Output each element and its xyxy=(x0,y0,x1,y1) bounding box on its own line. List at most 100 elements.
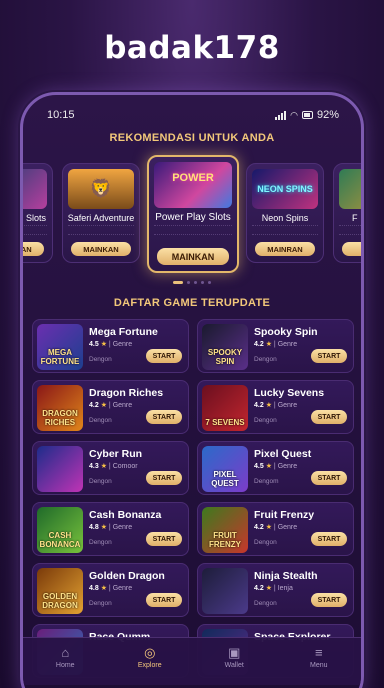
play-button[interactable]: MAINRAN xyxy=(255,242,315,256)
recommend-carousel[interactable]: N Slots MAINKAN 🦁 Saferi Adventure MAINK… xyxy=(23,155,361,275)
rating: 4.2 xyxy=(254,585,264,592)
developer: Dengon xyxy=(254,600,277,607)
game-meta: 4.2 ★ | Genre xyxy=(254,524,298,531)
thumb-label: PIXEL QUEST xyxy=(211,470,239,488)
game-meta: 4.5 ★ | Genre xyxy=(89,341,133,348)
start-button[interactable]: START xyxy=(311,593,347,607)
rating: 4.5 xyxy=(254,463,264,470)
genre: Ienja xyxy=(277,585,293,592)
recommend-card[interactable]: N Slots MAINKAN xyxy=(23,163,53,263)
developer: Dengon xyxy=(89,417,112,424)
star-icon: ★ xyxy=(100,341,107,348)
thumb-label: 7 SEVENS xyxy=(205,418,245,427)
rating: 4.2 xyxy=(254,341,264,348)
tab-menu[interactable]: ≡ Menu xyxy=(277,638,362,685)
recommend-desc xyxy=(68,225,134,235)
game-thumbnail: SPOOKY SPIN xyxy=(202,324,248,370)
lion-icon: 🦁 xyxy=(89,178,113,199)
start-button[interactable]: START xyxy=(311,349,347,363)
tab-label: Wallet xyxy=(224,662,244,669)
game-card[interactable]: FRUIT FRENZY Fruit Frenzy 4.2 ★ | Genre … xyxy=(197,502,354,556)
game-card[interactable]: Cyber Run 4.3 ★ | Comoor Dengon START xyxy=(32,441,189,495)
battery-icon xyxy=(301,111,313,119)
game-meta: 4.3 ★ | Comoor xyxy=(89,463,138,470)
game-thumbnail: MEGA FORTUNE xyxy=(37,324,83,370)
start-button[interactable]: START xyxy=(146,593,182,607)
rating: 4.5 xyxy=(89,341,99,348)
game-title: Cyber Run xyxy=(89,448,143,460)
star-icon: ★ xyxy=(265,341,272,348)
recommend-name: Power Play Slots xyxy=(155,212,231,223)
recommend-card[interactable]: NEON SPINS Neon Spins MAINRAN xyxy=(246,163,324,263)
tab-home[interactable]: ⌂ Home xyxy=(23,638,108,685)
game-title: Spooky Spin xyxy=(254,326,318,338)
start-button[interactable]: START xyxy=(146,532,182,546)
game-meta: 4.8 ★ | Genre xyxy=(89,585,133,592)
signal-icon xyxy=(275,110,287,120)
play-button[interactable]: MAINKAN xyxy=(71,242,131,256)
genre: Genre xyxy=(112,341,133,348)
page-dot[interactable] xyxy=(187,281,190,284)
star-icon: ★ xyxy=(265,463,272,470)
game-card[interactable]: CASH BONANCA Cash Bonanza 4.8 ★ | Genre … xyxy=(32,502,189,556)
page-dot-active[interactable] xyxy=(173,281,183,284)
tab-explore[interactable]: ◎ Explore xyxy=(108,638,193,685)
star-icon: ★ xyxy=(265,585,272,592)
thumb-label: N xyxy=(23,183,47,195)
play-button[interactable] xyxy=(342,242,361,256)
game-card[interactable]: PIXEL QUEST Pixel Quest 4.5 ★ | Genre De… xyxy=(197,441,354,495)
game-card[interactable]: DRAGON RICHES Dragon Riches 4.2 ★ | Genr… xyxy=(32,380,189,434)
start-button[interactable]: START xyxy=(311,471,347,485)
start-button[interactable]: START xyxy=(311,410,347,424)
game-thumbnail: POWER xyxy=(154,162,232,208)
thumb-label: GOLDEN DRAGON xyxy=(42,592,78,610)
game-card[interactable]: GOLDEN DRAGON Golden Dragon 4.8 ★ | Genr… xyxy=(32,563,189,617)
page-dot[interactable] xyxy=(194,281,197,284)
start-button[interactable]: START xyxy=(311,532,347,546)
game-title: Cash Bonanza xyxy=(89,509,162,521)
game-card[interactable]: MEGA FORTUNE Mega Fortune 4.5 ★ | Genre … xyxy=(32,319,189,373)
developer: Dengon xyxy=(89,600,112,607)
star-icon: ★ xyxy=(100,585,107,592)
game-card[interactable]: Ninja Stealth 4.2 ★ | Ienja Dengon START xyxy=(197,563,354,617)
start-button[interactable]: START xyxy=(146,349,182,363)
tab-wallet[interactable]: ▣ Wallet xyxy=(192,638,277,685)
game-title: Golden Dragon xyxy=(89,570,165,582)
recommend-card[interactable]: F xyxy=(333,163,361,263)
recommend-card-active[interactable]: POWER Power Play Slots MAINKAN xyxy=(147,155,239,273)
start-button[interactable]: START xyxy=(146,410,182,424)
rating: 4.2 xyxy=(254,402,264,409)
developer: Dengon xyxy=(254,539,277,546)
game-thumbnail: NEON SPINS xyxy=(252,169,318,209)
genre: Genre xyxy=(277,402,298,409)
game-title: Ninja Stealth xyxy=(254,570,318,582)
page-dot[interactable] xyxy=(201,281,204,284)
recommend-card[interactable]: 🦁 Saferi Adventure MAINKAN xyxy=(62,163,140,263)
games-title: DAFTAR GAME TERUPDATE xyxy=(113,297,271,309)
wallet-icon: ▣ xyxy=(228,645,241,660)
recommend-name: Saferi Adventure xyxy=(67,213,135,223)
game-thumbnail: 🦁 xyxy=(68,169,134,209)
wifi-icon: ◠ xyxy=(290,109,298,120)
game-meta: 4.2 ★ | Genre xyxy=(89,402,133,409)
status-bar: 10:15 ◠ 92% xyxy=(47,107,339,123)
star-icon: ★ xyxy=(100,463,107,470)
thumb-label: FRUIT FRENZY xyxy=(209,531,241,549)
recommend-desc xyxy=(339,225,361,235)
play-button[interactable]: MAINKAN xyxy=(23,242,44,256)
page-dot[interactable] xyxy=(208,281,211,284)
carousel-pagination[interactable] xyxy=(23,281,361,284)
developer: Dengon xyxy=(89,478,112,485)
recommend-name: Neon Spins xyxy=(261,213,309,223)
game-card[interactable]: SPOOKY SPIN Spooky Spin 4.2 ★ | Genre De… xyxy=(197,319,354,373)
game-thumbnail xyxy=(37,446,83,492)
recommend-desc xyxy=(154,225,232,235)
recommend-name: F xyxy=(352,213,358,223)
play-button[interactable]: MAINKAN xyxy=(157,248,229,265)
star-icon: ★ xyxy=(100,524,107,531)
start-button[interactable]: START xyxy=(146,471,182,485)
game-card[interactable]: 7 SEVENS Lucky Sevens 4.2 ★ | Genre Deng… xyxy=(197,380,354,434)
developer: Dengon xyxy=(254,417,277,424)
recommend-desc xyxy=(23,225,47,235)
battery-level: 92% xyxy=(316,109,339,121)
